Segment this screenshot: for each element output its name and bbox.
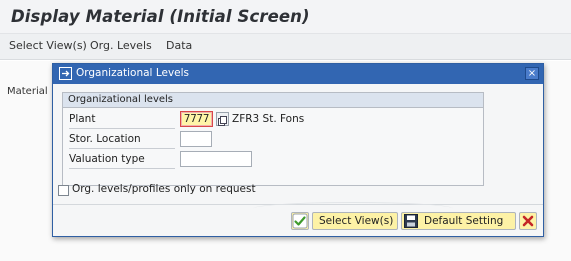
material-label: Material <box>7 86 48 97</box>
org-levels-on-request-checkbox[interactable] <box>58 185 69 196</box>
stor-location-input[interactable] <box>180 131 212 147</box>
valuation-type-input[interactable] <box>180 151 252 167</box>
menu-item-select-views[interactable]: Select View(s) <box>9 39 87 52</box>
label-divider <box>69 168 175 169</box>
footer-curve <box>253 202 453 210</box>
menu-item-org-levels[interactable]: Org. Levels <box>90 39 152 52</box>
page-title: Display Material (Initial Screen) <box>11 7 310 26</box>
app-title-bar: Display Material (Initial Screen) <box>0 0 571 34</box>
group-title-bar: Organizational levels <box>63 93 483 108</box>
value-help-glyph <box>218 116 227 126</box>
save-icon <box>404 214 418 228</box>
cancel-button[interactable] <box>519 212 537 230</box>
cancel-x-icon <box>522 215 534 227</box>
plant-description: ZFR3 St. Fons <box>232 113 305 125</box>
value-help-icon[interactable] <box>216 112 229 126</box>
dialog-header: Organizational Levels × <box>53 64 543 84</box>
checkbox-label: Org. levels/profiles only on request <box>72 183 256 195</box>
menu-bar: Select View(s) Org. Levels Data <box>0 34 571 60</box>
ok-button[interactable] <box>291 212 309 230</box>
org-levels-group: Organizational levels Plant 7777 ZFR3 St… <box>62 92 484 186</box>
valuation-type-label: Valuation type <box>69 153 145 165</box>
close-icon[interactable]: × <box>525 67 539 80</box>
plant-input[interactable]: 7777 <box>180 111 213 127</box>
stor-location-label: Stor. Location <box>69 133 141 145</box>
dialog-title: Organizational Levels <box>76 67 190 79</box>
select-views-label: Select View(s) <box>319 215 394 227</box>
select-views-button[interactable]: Select View(s) <box>312 212 398 230</box>
group-title: Organizational levels <box>68 94 174 105</box>
checkmark-icon <box>292 213 308 229</box>
default-setting-label: Default Setting <box>424 215 504 227</box>
org-levels-icon <box>59 67 72 80</box>
default-setting-button[interactable]: Default Setting <box>401 212 516 230</box>
label-divider <box>69 148 175 149</box>
org-levels-dialog: Organizational Levels × Organizational l… <box>52 63 544 237</box>
menu-item-data[interactable]: Data <box>166 39 192 52</box>
label-divider <box>69 128 175 129</box>
plant-label: Plant <box>69 113 96 125</box>
